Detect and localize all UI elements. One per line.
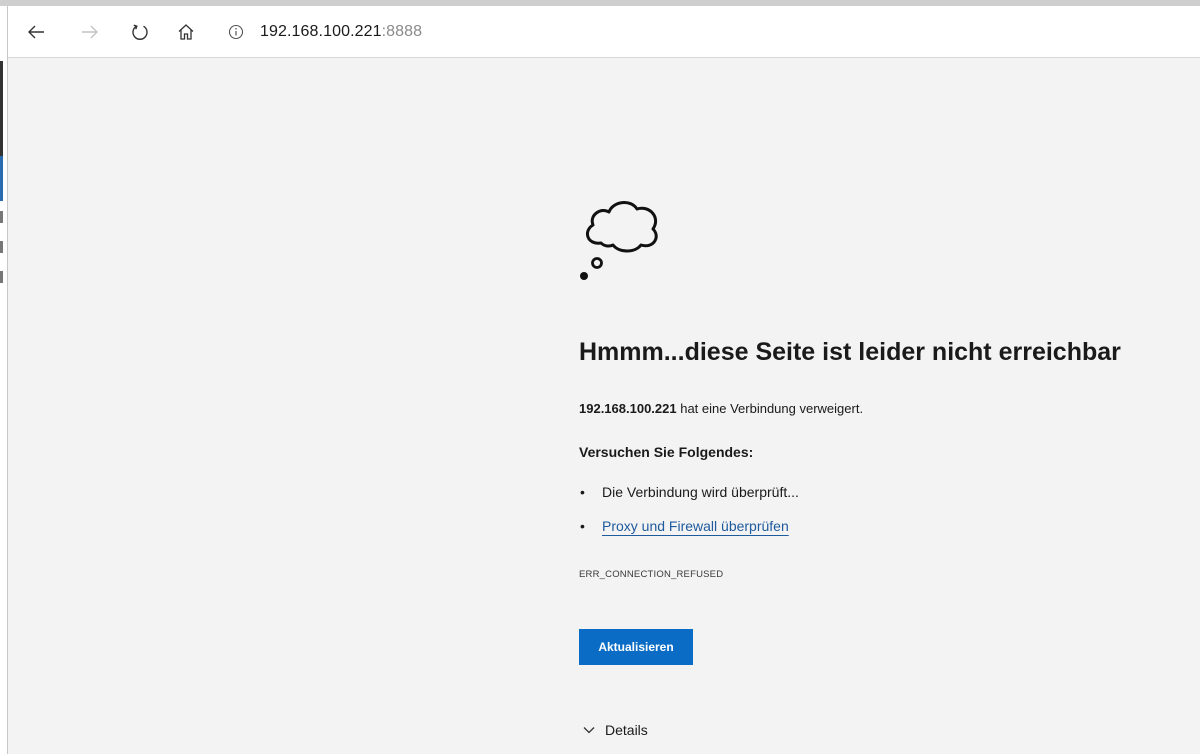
refresh-page-button[interactable]: Aktualisieren	[579, 629, 693, 665]
background-window-edge	[0, 6, 8, 754]
url-text[interactable]: 192.168.100.221:8888	[260, 23, 422, 41]
refresh-icon	[132, 24, 148, 40]
error-message: 192.168.100.221 hat eine Verbindung verw…	[579, 401, 863, 416]
edge-tick	[0, 211, 3, 223]
bullet-dot: •	[580, 484, 585, 500]
thought-cloud-icon	[580, 201, 658, 280]
home-icon	[178, 24, 194, 40]
url-host: 192.168.100.221	[260, 23, 382, 40]
suggestion-check-connection: Die Verbindung wird überprüft...	[602, 484, 799, 500]
error-message-suffix: hat eine Verbindung verweigert.	[676, 401, 864, 416]
error-heading: Hmmm...diese Seite ist leider nicht erre…	[579, 338, 1121, 366]
edge-tick	[0, 271, 3, 283]
error-host: 192.168.100.221	[579, 401, 677, 416]
suggestion-item: • Proxy und Firewall überprüfen	[580, 518, 789, 534]
info-icon-glyph	[228, 24, 244, 40]
proxy-firewall-link[interactable]: Proxy und Firewall überprüfen	[602, 518, 789, 534]
bullet-dot: •	[580, 518, 585, 534]
arrow-right-icon	[82, 25, 98, 39]
arrow-left-icon	[28, 25, 44, 39]
browser-window: 192.168.100.221:8888 Hmmm...diese Seite …	[0, 0, 1200, 754]
details-toggle[interactable]: Details	[583, 722, 648, 738]
edge-tick	[0, 241, 3, 253]
address-bar[interactable]: 192.168.100.221:8888	[226, 14, 1196, 50]
info-icon[interactable]	[226, 22, 246, 42]
browser-toolbar: 192.168.100.221:8888	[8, 6, 1200, 58]
back-button[interactable]	[20, 16, 52, 48]
refresh-button[interactable]	[124, 16, 156, 48]
home-button[interactable]	[170, 16, 202, 48]
details-label: Details	[605, 722, 648, 738]
edge-strip-dark	[0, 61, 3, 156]
forward-button[interactable]	[74, 16, 106, 48]
error-code: ERR_CONNECTION_REFUSED	[579, 569, 724, 580]
url-port: :8888	[381, 23, 423, 40]
suggestions-title: Versuchen Sie Folgendes:	[579, 444, 754, 460]
error-illustration	[579, 195, 1179, 285]
suggestion-item: • Die Verbindung wird überprüft...	[580, 484, 799, 500]
chevron-down-icon	[583, 727, 595, 734]
edge-strip-blue	[0, 156, 3, 201]
